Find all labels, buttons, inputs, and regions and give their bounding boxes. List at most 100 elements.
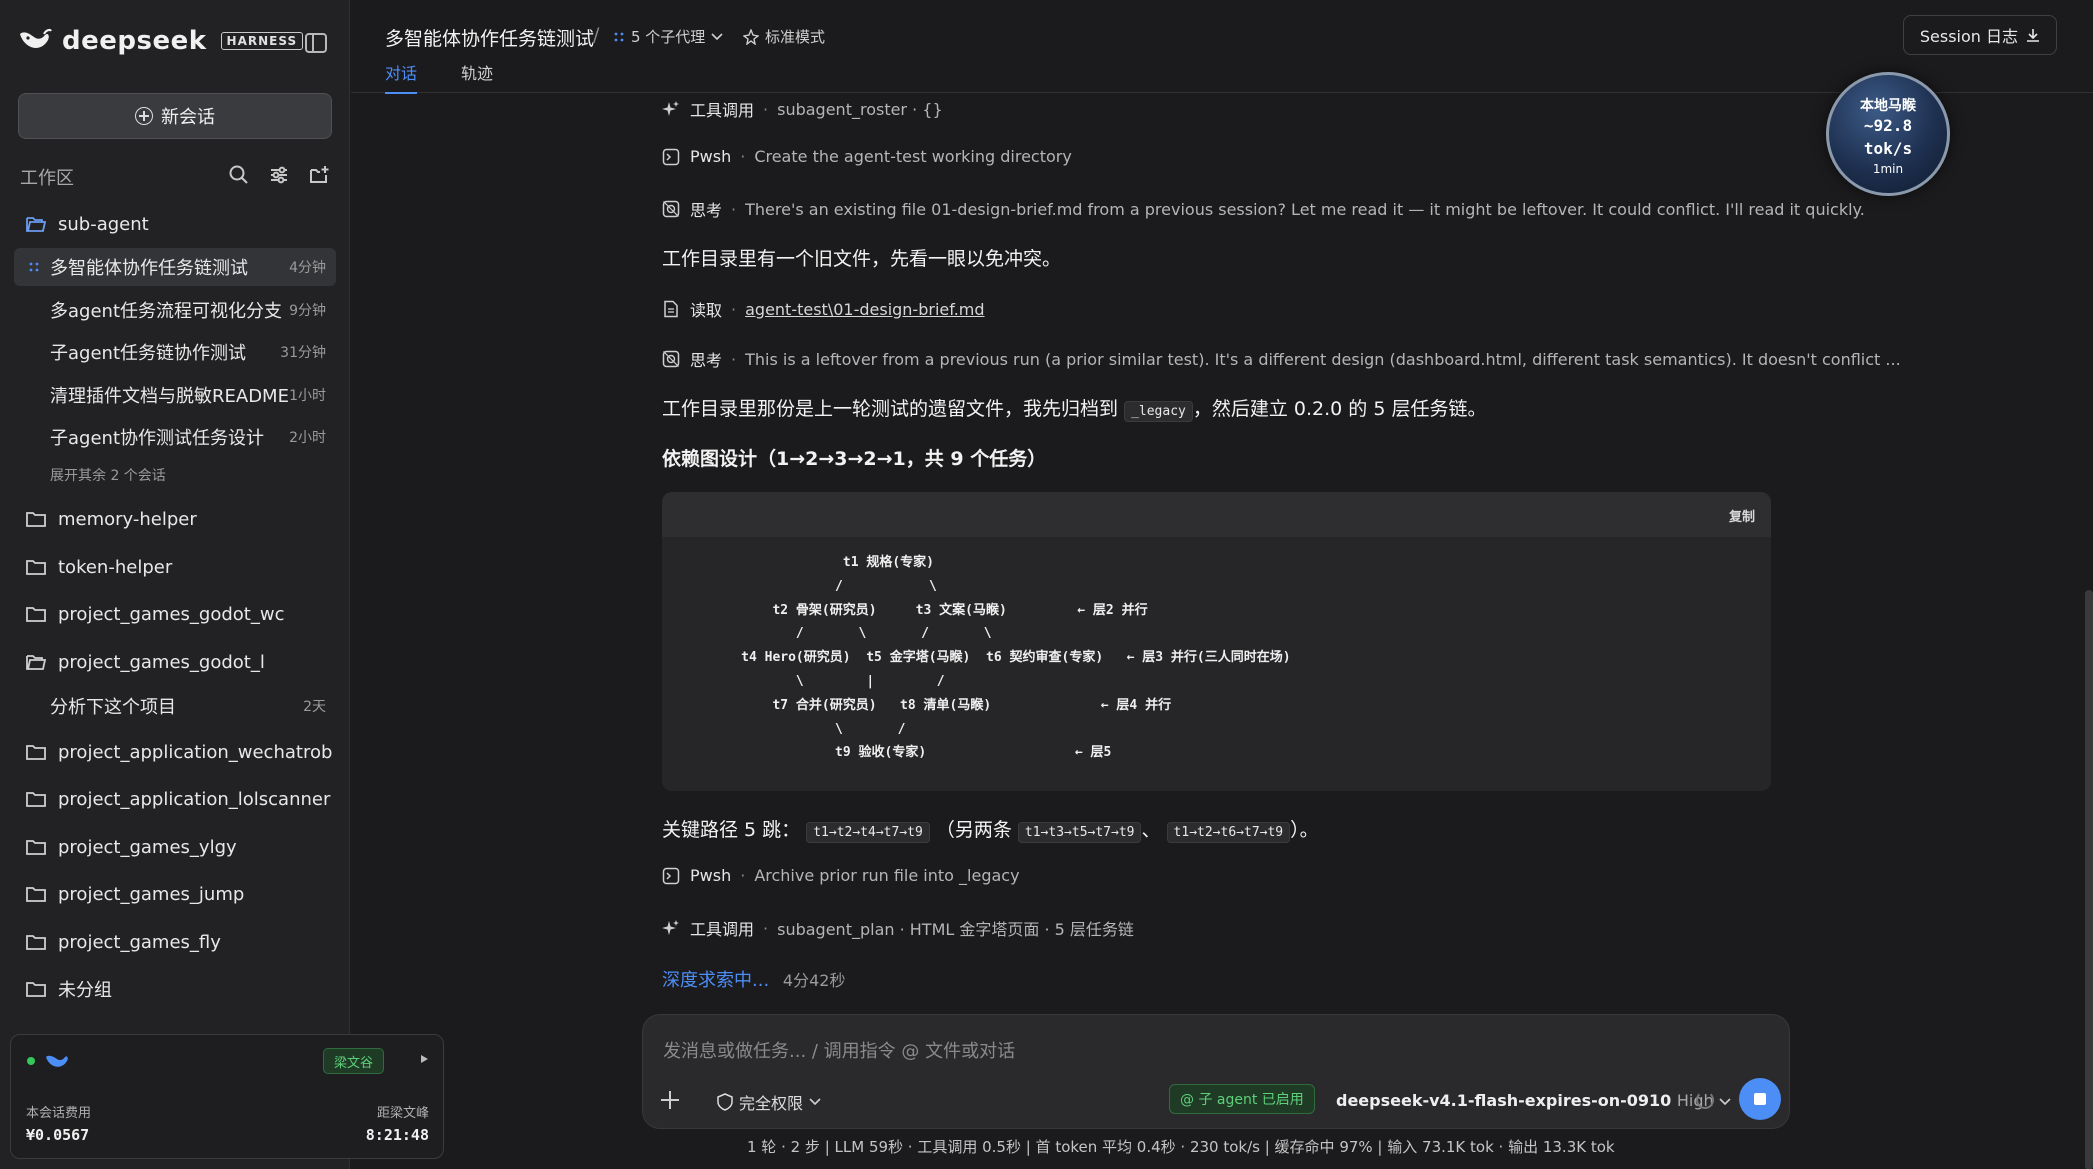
session-time: 1小时 (289, 388, 326, 404)
search-icon[interactable] (228, 164, 250, 186)
folder-icon (26, 840, 46, 855)
mode-icon (743, 28, 759, 45)
row-kind: 工具调用 (690, 101, 755, 120)
row-detail: This is a leftover from a previous run (… (745, 349, 1901, 369)
filter-sliders-icon[interactable] (268, 164, 290, 186)
stop-button[interactable] (1739, 1078, 1781, 1120)
session-log-button[interactable]: Session 日志 (1902, 15, 2057, 55)
session-title: 子agent任务链协作测试 (50, 343, 246, 364)
whale-icon (46, 1055, 68, 1067)
folder-label: sub-agent (58, 213, 149, 235)
session-item[interactable]: 多agent任务流程可视化分支 9分钟 (14, 291, 336, 329)
new-folder-icon[interactable] (308, 164, 330, 186)
timer-label: 距梁文峰 (376, 1106, 429, 1121)
copy-button[interactable]: 复制 (1729, 506, 1755, 525)
expand-more-sessions-link[interactable]: 展开其余 2 个会话 (50, 465, 166, 485)
shield-icon (717, 1093, 733, 1111)
folder-project-games-ylgy[interactable]: project_games_ylgy (14, 829, 336, 865)
folder-label: project_games_fly (58, 931, 221, 953)
folder-label: memory-helper (58, 508, 197, 530)
speed-window: 1min (1872, 162, 1904, 176)
folder-project-games-fly[interactable]: project_games_fly (14, 924, 336, 960)
token-speed-widget[interactable]: 本地马睺 ~92.8 tok/s 1min (1826, 72, 1950, 196)
session-title: 分析下这个项目 (50, 697, 176, 718)
persona-tag[interactable]: 梁文谷 (323, 1048, 385, 1074)
assistant-message: 工作目录里那份是上一轮测试的遗留文件，我先归档到 _legacy ，然后建立 0.… (662, 394, 1487, 422)
file-path-link[interactable]: agent-test\01-design-brief.md (745, 300, 984, 319)
mode-indicator[interactable]: 标准模式 (743, 26, 825, 47)
folder-project-games-jump[interactable]: project_games_jump (14, 876, 336, 912)
folder-token-helper[interactable]: token-helper (14, 549, 336, 585)
folder-ungrouped[interactable]: 未分组 (14, 971, 336, 1007)
permission-dropdown[interactable]: 完全权限 (717, 1090, 821, 1114)
session-title: 子agent协作测试任务设计 (50, 428, 264, 449)
message-composer[interactable]: 发消息或做任务... / 调用指令 @ 文件或对话 完全权限 @ 子 agent… (642, 1014, 1790, 1129)
attach-plus-icon[interactable] (659, 1089, 681, 1111)
folder-icon (26, 935, 46, 950)
terminal-icon (662, 867, 680, 884)
play-icon[interactable] (421, 1055, 428, 1063)
row-detail: subagent_roster · {} (777, 99, 943, 119)
whale-logo-icon (20, 29, 52, 48)
folder-label: 未分组 (58, 980, 112, 1001)
tab-bar: 对话 轨迹 (385, 60, 493, 94)
new-chat-label: 新会话 (161, 107, 215, 128)
tool-call-row[interactable]: 工具调用 · subagent_roster · {} (662, 97, 943, 121)
session-item[interactable]: 分析下这个项目 2天 (14, 687, 336, 725)
brand[interactable]: deepseek HARNESS (18, 26, 304, 56)
folder-project-application-wechatrob[interactable]: project_application_wechatrob (14, 734, 336, 770)
folder-project-games-godot-wc[interactable]: project_games_godot_wc (14, 596, 336, 632)
row-detail: Create the agent-test working directory (754, 147, 1072, 166)
inline-code: t1→t3→t5→t7→t9 (1017, 822, 1142, 843)
tab-trace[interactable]: 轨迹 (461, 60, 493, 94)
session-item[interactable]: 子agent任务链协作测试 31分钟 (14, 333, 336, 371)
subagents-dropdown[interactable]: 5 个子代理 (613, 26, 723, 47)
folder-project-application-lolscanner[interactable]: project_application_lolscanner (14, 781, 336, 817)
row-kind: 工具调用 (690, 920, 755, 939)
permission-label: 完全权限 (739, 1094, 804, 1113)
mode-label: 标准模式 (765, 28, 826, 46)
session-time: 31分钟 (280, 345, 326, 361)
sidebar: deepseek HARNESS 新会话 工作区 sub-agent 多智能体协… (0, 0, 350, 1169)
thinking-status: 深度求索中... 4分42秒 (662, 966, 845, 992)
sparkle-icon (662, 101, 679, 116)
loading-spinner-icon (1696, 1091, 1714, 1109)
message-text: ）。 (1290, 819, 1319, 841)
online-status-dot (27, 1057, 35, 1065)
folder-project-games-godot-l[interactable]: project_games_godot_l (14, 644, 336, 680)
tool-call-row[interactable]: 工具调用 · subagent_plan · HTML 金字塔页面 · 5 层任务… (662, 916, 1134, 940)
inline-code: _legacy (1124, 401, 1193, 422)
scrollbar[interactable] (2085, 590, 2093, 1169)
session-item[interactable]: 清理插件文档与脱敏README 1小时 (14, 376, 336, 414)
chevron-down-icon (711, 32, 723, 40)
message-input-placeholder[interactable]: 发消息或做任务... / 调用指令 @ 文件或对话 (663, 1037, 1015, 1063)
folder-memory-helper[interactable]: memory-helper (14, 501, 336, 537)
thinking-row[interactable]: 思考 · This is a leftover from a previous r… (662, 347, 1901, 371)
speed-unit: tok/s (1863, 139, 1913, 158)
message-text: 、 (1141, 819, 1161, 841)
new-chat-button[interactable]: 新会话 (18, 93, 332, 139)
pwsh-row[interactable]: Pwsh · Create the agent-test working dire… (662, 147, 1072, 166)
model-selector[interactable]: deepseek-v4.1-flash-expires-on-0910 High (1336, 1091, 1731, 1110)
pwsh-row[interactable]: Pwsh · Archive prior run file into _legac… (662, 866, 1020, 885)
collapse-sidebar-icon[interactable] (305, 33, 327, 53)
terminal-icon (662, 148, 680, 165)
folder-icon (26, 982, 46, 997)
message-text: ，然后建立 0.2.0 的 5 层任务链。 (1192, 398, 1487, 420)
brand-name: deepseek (62, 26, 207, 56)
critical-path-message: 关键路径 5 跳： t1→t2→t4→t7→t9 （另两条 t1→t3→t5→t… (662, 815, 1319, 843)
session-item-active[interactable]: 多智能体协作任务链测试 4分钟 (14, 248, 336, 286)
tab-chat[interactable]: 对话 (385, 60, 418, 94)
thinking-label: 深度求索中... (662, 970, 770, 991)
folder-sub-agent[interactable]: sub-agent (14, 206, 336, 242)
folder-icon (26, 607, 46, 622)
session-title: 清理插件文档与脱敏README (50, 386, 289, 407)
session-item[interactable]: 子agent协作测试任务设计 2小时 (14, 418, 336, 456)
subagent-enabled-badge[interactable]: @ 子 agent 已启用 (1169, 1084, 1315, 1114)
row-kind: Pwsh (690, 147, 732, 166)
inline-code: t1→t2→t4→t7→t9 (806, 822, 930, 843)
status-bar: 1 轮 · 2 步 | LLM 59秒 · 工具调用 0.5秒 | 首 toke… (747, 1138, 1615, 1156)
thinking-row[interactable]: 思考 · There's an existing file 01-design-b… (662, 197, 1865, 221)
plus-circle-icon (135, 107, 153, 125)
read-file-row[interactable]: 读取 · agent-test\01-design-brief.md (662, 297, 985, 321)
